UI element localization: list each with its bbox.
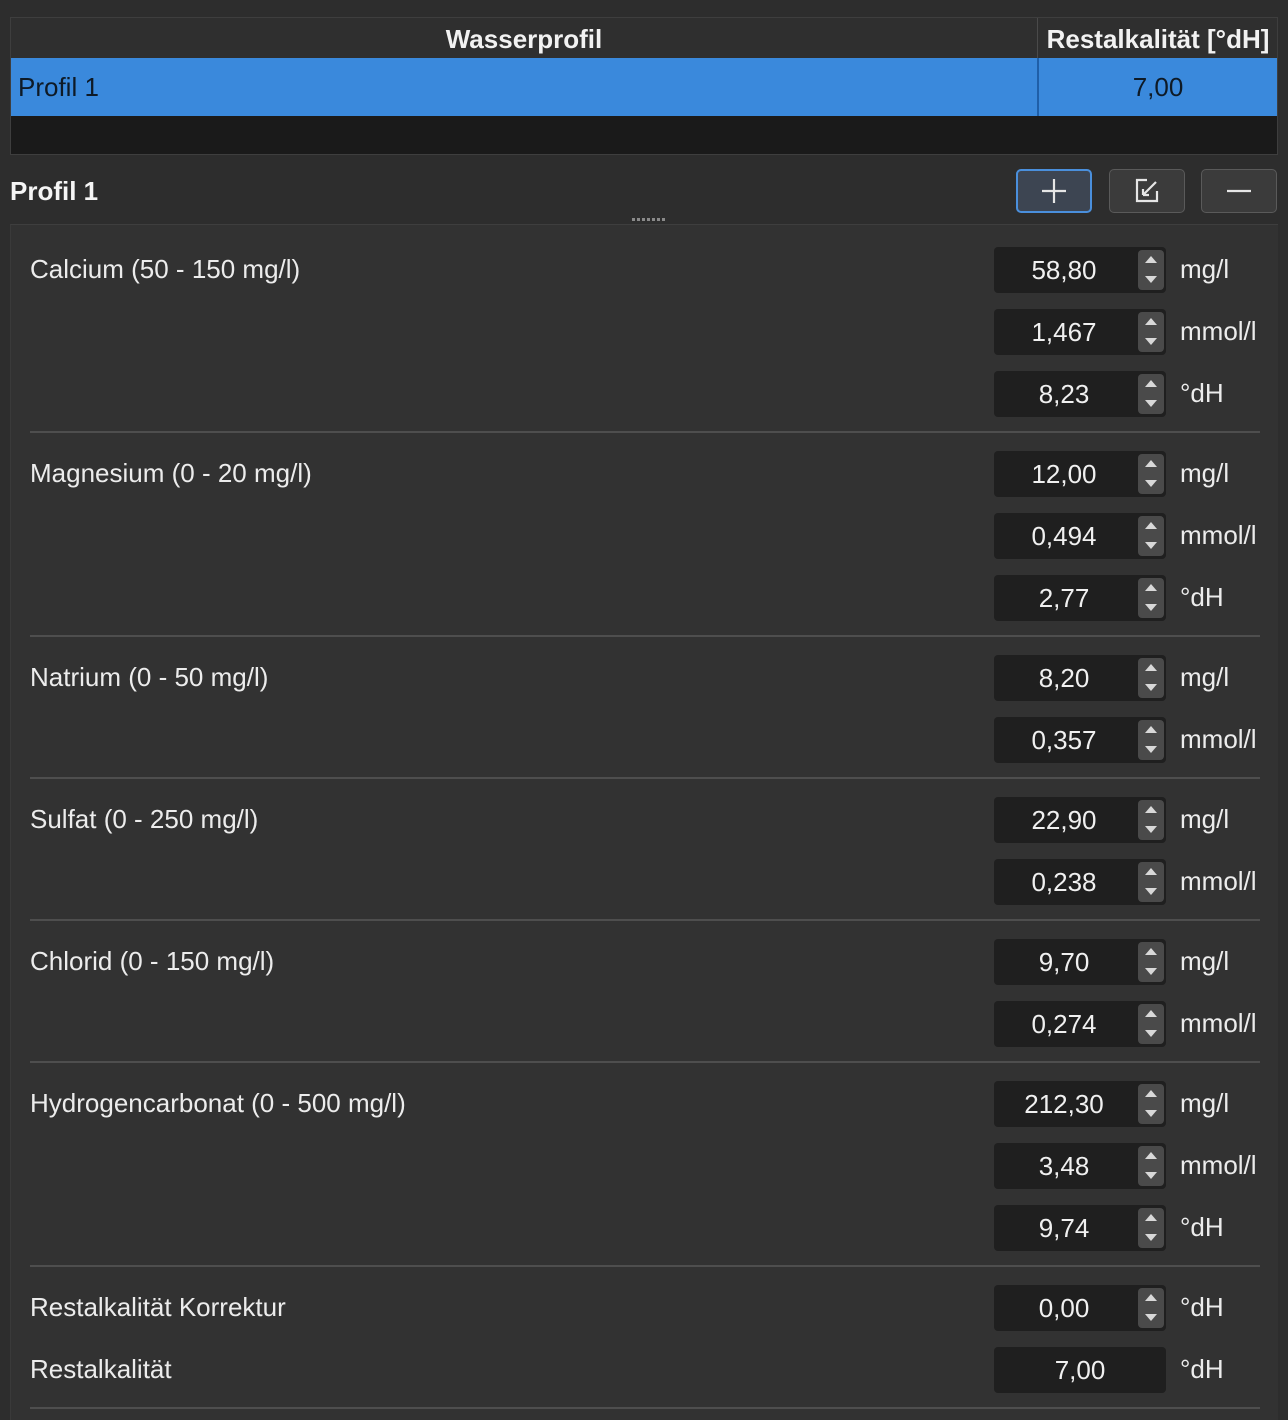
unit-label: mg/l: [1180, 1088, 1230, 1118]
increment-button[interactable]: [1138, 1208, 1164, 1228]
increment-button[interactable]: [1138, 454, 1164, 474]
unit-label: mmol/l: [1180, 1150, 1257, 1180]
unit-label: °dH: [1180, 1354, 1224, 1384]
result-label: Restalkalität: [30, 1354, 172, 1384]
column-header-wasserprofil[interactable]: Wasserprofil: [11, 18, 1038, 58]
water-profile-table: Wasserprofil Restalkalität [°dH] Profil …: [10, 17, 1278, 155]
column-header-restalkalitaet[interactable]: Restalkalität [°dH]: [1038, 18, 1278, 58]
decrement-button[interactable]: [1138, 962, 1164, 982]
ion-label-chlorid: Chlorid (0 - 150 mg/l): [30, 946, 275, 976]
edit-icon: [1135, 178, 1159, 203]
unit-label: °dH: [1180, 582, 1224, 612]
decrement-button[interactable]: [1138, 1308, 1164, 1328]
table-header: Wasserprofil Restalkalität [°dH]: [11, 18, 1277, 59]
magnesium-mmol-input[interactable]: 0,494: [994, 513, 1166, 559]
increment-button[interactable]: [1138, 1146, 1164, 1166]
natrium-mmol-input[interactable]: 0,357: [994, 717, 1166, 763]
unit-label: °dH: [1180, 1292, 1224, 1322]
unit-label: mmol/l: [1180, 316, 1257, 346]
ion-label-magnesium: Magnesium (0 - 20 mg/l): [30, 458, 312, 488]
chlorid-mmol-input[interactable]: 0,274: [994, 1001, 1166, 1047]
unit-label: mg/l: [1180, 804, 1230, 834]
unit-label: mg/l: [1180, 662, 1230, 692]
correction-input[interactable]: 0,00: [994, 1285, 1166, 1331]
decrement-button[interactable]: [1138, 1228, 1164, 1248]
ion-label-sulfat: Sulfat (0 - 250 mg/l): [30, 804, 259, 834]
decrement-button[interactable]: [1138, 1166, 1164, 1186]
increment-button[interactable]: [1138, 658, 1164, 678]
decrement-button[interactable]: [1138, 820, 1164, 840]
plus-icon: [1042, 179, 1066, 203]
unit-label: mmol/l: [1180, 520, 1257, 550]
decrement-button[interactable]: [1138, 1104, 1164, 1124]
increment-button[interactable]: [1138, 800, 1164, 820]
ion-label-calcium: Calcium (50 - 150 mg/l): [30, 254, 301, 284]
increment-button[interactable]: [1138, 312, 1164, 332]
edit-profile-button[interactable]: [1109, 169, 1185, 213]
unit-label: mmol/l: [1180, 866, 1257, 896]
remove-profile-button[interactable]: [1201, 169, 1277, 213]
hydrogencarbonat-mg-input[interactable]: 212,30: [994, 1081, 1166, 1127]
decrement-button[interactable]: [1138, 332, 1164, 352]
ion-label-natrium: Natrium (0 - 50 mg/l): [30, 662, 269, 692]
increment-button[interactable]: [1138, 1084, 1164, 1104]
increment-button[interactable]: [1138, 516, 1164, 536]
chlorid-mg-input[interactable]: 9,70: [994, 939, 1166, 985]
hydrogencarbonat-mmol-input[interactable]: 3,48: [994, 1143, 1166, 1189]
restalkalitaet-cell[interactable]: 7,00: [1037, 58, 1277, 116]
sulfat-mg-input[interactable]: 22,90: [994, 797, 1166, 843]
unit-label: °dH: [1180, 1212, 1224, 1242]
separator: [30, 1407, 1260, 1409]
ion-label-hydrogencarbonat: Hydrogencarbonat (0 - 500 mg/l): [30, 1088, 406, 1118]
decrement-button[interactable]: [1138, 536, 1164, 556]
result-value-field: 7,00: [994, 1347, 1166, 1393]
splitter-handle[interactable]: [632, 218, 666, 221]
unit-label: mmol/l: [1180, 724, 1257, 754]
minus-icon: [1227, 189, 1251, 193]
calcium-mmol-input[interactable]: 1,467: [994, 309, 1166, 355]
hydrogencarbonat-dh-input[interactable]: 9,74: [994, 1205, 1166, 1251]
decrement-button[interactable]: [1138, 882, 1164, 902]
unit-label: mmol/l: [1180, 1008, 1257, 1038]
profile-name-cell[interactable]: Profil 1: [18, 58, 1028, 116]
increment-button[interactable]: [1138, 578, 1164, 598]
profile-title: Profil 1: [10, 176, 99, 206]
increment-button[interactable]: [1138, 1004, 1164, 1024]
decrement-button[interactable]: [1138, 678, 1164, 698]
decrement-button[interactable]: [1138, 270, 1164, 290]
unit-label: mg/l: [1180, 254, 1230, 284]
decrement-button[interactable]: [1138, 598, 1164, 618]
increment-button[interactable]: [1138, 374, 1164, 394]
separator: [30, 1265, 1260, 1267]
add-profile-button[interactable]: [1016, 169, 1092, 213]
separator: [30, 635, 1260, 637]
natrium-mg-input[interactable]: 8,20: [994, 655, 1166, 701]
sulfat-mmol-input[interactable]: 0,238: [994, 859, 1166, 905]
separator: [30, 777, 1260, 779]
increment-button[interactable]: [1138, 250, 1164, 270]
unit-label: mg/l: [1180, 458, 1230, 488]
separator: [30, 1061, 1260, 1063]
calcium-mg-input[interactable]: 58,80: [994, 247, 1166, 293]
unit-label: °dH: [1180, 378, 1224, 408]
magnesium-mg-input[interactable]: 12,00: [994, 451, 1166, 497]
table-row[interactable]: Profil 1 7,00: [11, 58, 1277, 116]
separator: [30, 431, 1260, 433]
calcium-dh-input[interactable]: 8,23: [994, 371, 1166, 417]
decrement-button[interactable]: [1138, 740, 1164, 760]
decrement-button[interactable]: [1138, 394, 1164, 414]
magnesium-dh-input[interactable]: 2,77: [994, 575, 1166, 621]
decrement-button[interactable]: [1138, 1024, 1164, 1044]
increment-button[interactable]: [1138, 942, 1164, 962]
increment-button[interactable]: [1138, 1288, 1164, 1308]
increment-button[interactable]: [1138, 720, 1164, 740]
correction-label: Restalkalität Korrektur: [30, 1292, 286, 1322]
decrement-button[interactable]: [1138, 474, 1164, 494]
unit-label: mg/l: [1180, 946, 1230, 976]
increment-button[interactable]: [1138, 862, 1164, 882]
separator: [30, 919, 1260, 921]
